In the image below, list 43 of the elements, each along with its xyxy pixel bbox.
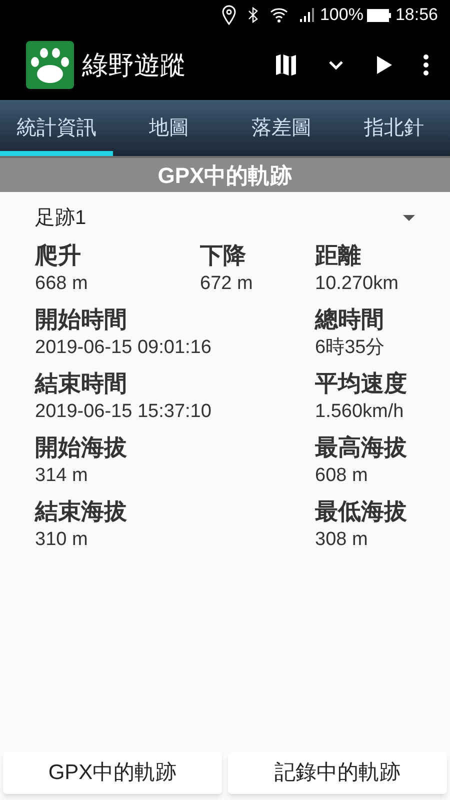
stat-value: 10.270km (315, 272, 398, 296)
stat-label: 開始時間 (35, 305, 127, 334)
play-icon (376, 56, 392, 74)
stat-label: 下降 (200, 241, 246, 270)
chevron-down-icon (329, 60, 343, 70)
wifi-icon (270, 7, 288, 23)
signal-icon (300, 8, 316, 22)
stat-value: 608 m (315, 464, 368, 488)
location-icon (222, 5, 236, 25)
stat-value: 6時35分 (315, 336, 385, 360)
stat-label: 開始海拔 (35, 433, 127, 462)
stat-value: 2019-06-15 15:37:10 (35, 400, 212, 424)
stat-label: 平均速度 (315, 369, 407, 398)
battery-percent: 100% (320, 4, 364, 26)
battery-icon (367, 8, 392, 22)
stat-value: 310 m (35, 528, 88, 552)
tab[interactable]: 指北針 (338, 100, 450, 156)
stat-value: 2019-06-15 09:01:16 (35, 336, 212, 360)
paw-logo-icon (26, 41, 74, 89)
stat-label: 最低海拔 (315, 497, 407, 526)
more-vertical-icon (423, 54, 429, 76)
clock-time: 18:56 (395, 4, 438, 26)
tab[interactable]: 地圖 (112, 100, 225, 156)
stat-value: 308 m (315, 528, 368, 552)
track-dropdown[interactable]: 足跡1 (35, 200, 415, 236)
tab[interactable]: 落差圖 (225, 100, 338, 156)
stat-value: 314 m (35, 464, 88, 488)
stat-label: 距離 (315, 241, 361, 270)
map-icon (275, 53, 297, 77)
stat-value: 672 m (200, 272, 253, 296)
stat-label: 結束時間 (35, 369, 127, 398)
dropdown-arrow-icon (403, 215, 415, 221)
track-source-button[interactable]: 記錄中的軌跡 (228, 752, 447, 794)
stat-label: 總時間 (315, 305, 384, 334)
bluetooth-icon (248, 7, 258, 23)
section-header: GPX中的軌跡 (0, 156, 450, 192)
stat-value: 1.560km/h (315, 400, 404, 424)
stat-value: 668 m (35, 272, 88, 296)
stat-label: 結束海拔 (35, 497, 127, 526)
track-source-button[interactable]: GPX中的軌跡 (3, 752, 222, 794)
stat-label: 爬升 (35, 241, 81, 270)
app-title: 綠野遊蹤 (82, 48, 186, 82)
stat-label: 最高海拔 (315, 433, 407, 462)
